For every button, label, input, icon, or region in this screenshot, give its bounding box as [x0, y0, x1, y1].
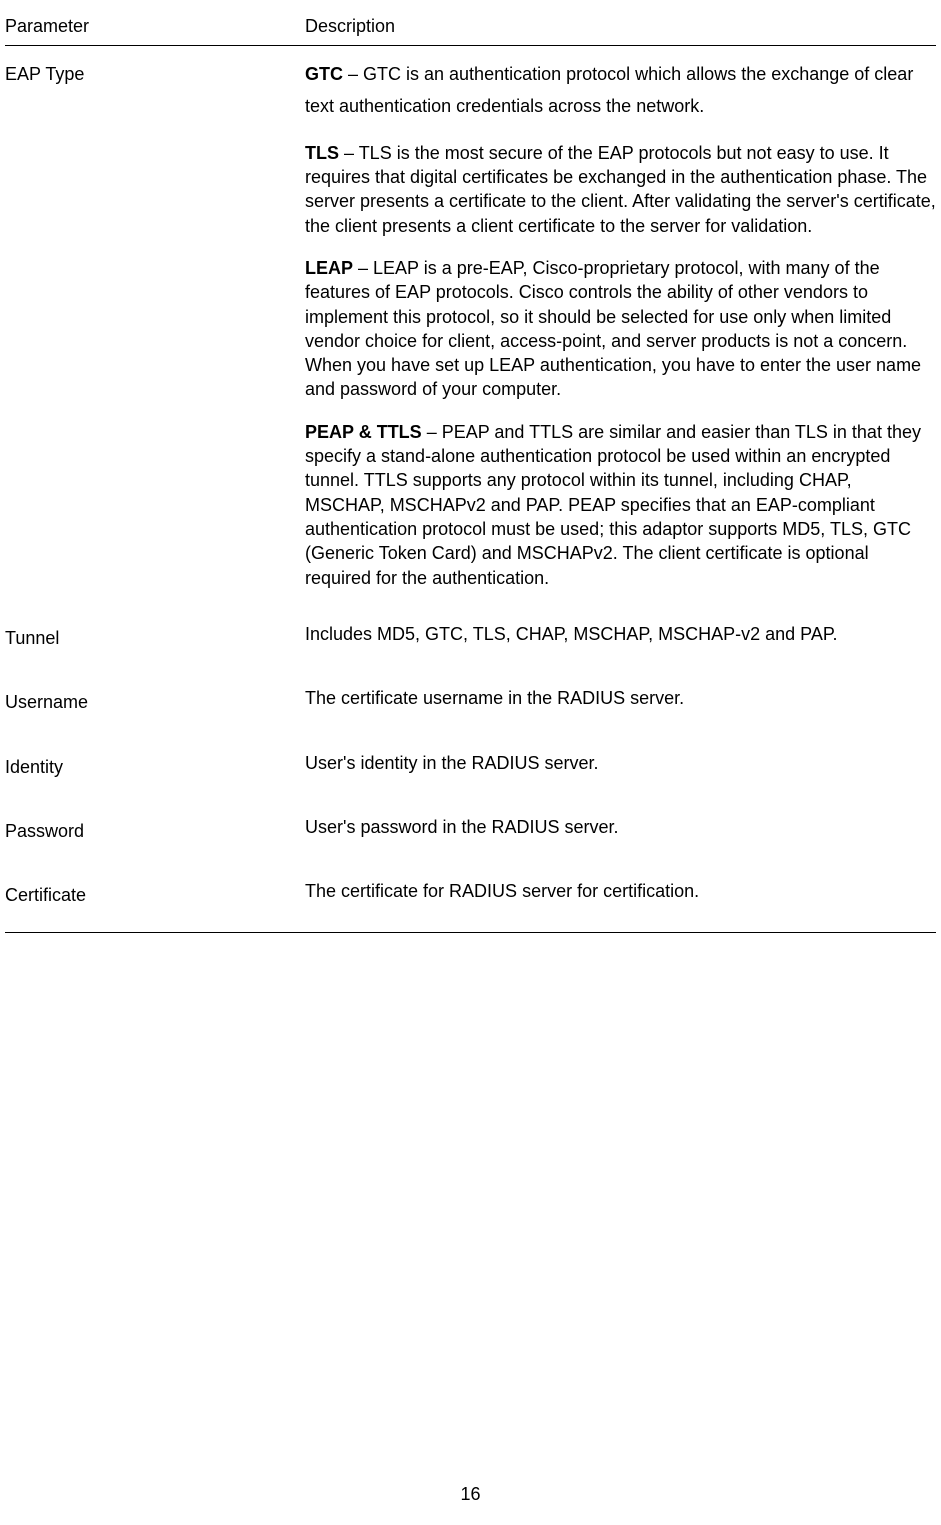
desc-tls: TLS – TLS is the most secure of the EAP … — [305, 141, 936, 238]
param-desc: The certificate username in the RADIUS s… — [305, 674, 936, 738]
header-description: Description — [305, 10, 936, 46]
tls-bold: TLS — [305, 143, 339, 163]
param-label: Identity — [5, 739, 305, 803]
table-row: Password User's password in the RADIUS s… — [5, 803, 936, 867]
desc-gtc: GTC – GTC is an authentication protocol … — [305, 58, 936, 123]
param-desc: GTC – GTC is an authentication protocol … — [305, 46, 936, 610]
leap-bold: LEAP — [305, 258, 353, 278]
param-desc: User's identity in the RADIUS server. — [305, 739, 936, 803]
gtc-bold: GTC — [305, 64, 343, 84]
peap-text: – PEAP and TTLS are similar and easier t… — [305, 422, 921, 588]
param-label: Tunnel — [5, 610, 305, 674]
desc-leap: LEAP – LEAP is a pre-EAP, Cisco-propriet… — [305, 256, 936, 402]
param-label: Username — [5, 674, 305, 738]
peap-bold: PEAP & TTLS — [305, 422, 422, 442]
leap-text: – LEAP is a pre-EAP, Cisco-proprietary p… — [305, 258, 921, 399]
param-label: Certificate — [5, 867, 305, 932]
table-row: Tunnel Includes MD5, GTC, TLS, CHAP, MSC… — [5, 610, 936, 674]
gtc-text: – GTC is an authentication protocol whic… — [305, 64, 913, 116]
param-desc: The certificate for RADIUS server for ce… — [305, 867, 936, 932]
param-label: Password — [5, 803, 305, 867]
param-desc: Includes MD5, GTC, TLS, CHAP, MSCHAP, MS… — [305, 610, 936, 674]
header-parameter: Parameter — [5, 10, 305, 46]
tls-text: – TLS is the most secure of the EAP prot… — [305, 143, 936, 236]
page-number: 16 — [0, 1484, 941, 1505]
param-label: EAP Type — [5, 46, 305, 610]
desc-peap: PEAP & TTLS – PEAP and TTLS are similar … — [305, 420, 936, 590]
parameter-table: Parameter Description EAP Type GTC – GTC… — [5, 10, 936, 933]
table-row: EAP Type GTC – GTC is an authentication … — [5, 46, 936, 610]
table-row: Identity User's identity in the RADIUS s… — [5, 739, 936, 803]
table-row: Certificate The certificate for RADIUS s… — [5, 867, 936, 932]
param-desc: User's password in the RADIUS server. — [305, 803, 936, 867]
table-row: Username The certificate username in the… — [5, 674, 936, 738]
